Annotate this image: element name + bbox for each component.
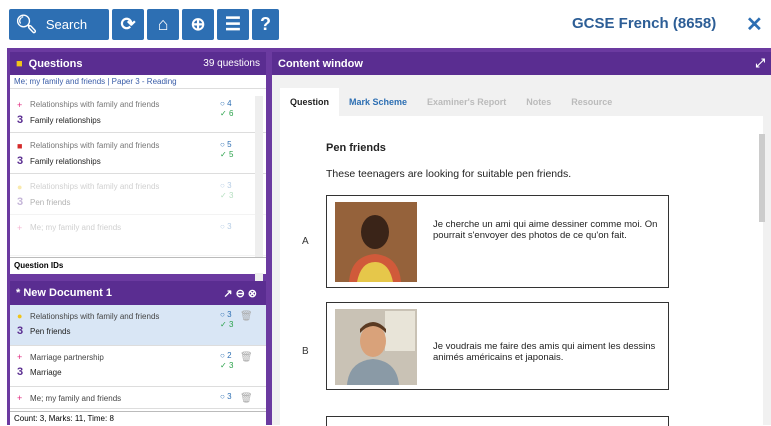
document-actions[interactable]: ↗⊖⊗ <box>223 287 260 300</box>
refresh-icon: ⟳ <box>120 14 136 34</box>
tab-question[interactable]: Question <box>280 88 340 116</box>
document-title: * New Document 1 <box>16 287 112 299</box>
entry-letter: A <box>302 236 309 247</box>
questions-header: ■ Questions 39 questions <box>10 52 266 75</box>
search-button[interactable]: 🔍︎ Search <box>9 9 109 40</box>
item-subtopic: Pen friends <box>30 327 71 336</box>
teen-photo <box>327 303 425 389</box>
item-subtopic: Pen friends <box>30 198 71 207</box>
item-status: ○ 3 <box>220 392 232 401</box>
marker-icon: + <box>17 393 23 403</box>
item-number: 3 <box>17 114 24 126</box>
questions-scrollbar[interactable] <box>255 96 263 306</box>
item-topic: Marriage partnership <box>30 353 104 362</box>
tab-notes[interactable]: Notes <box>516 88 561 116</box>
document-panel: * New Document 1 ↗⊖⊗ ● Relationships wit… <box>10 281 266 425</box>
breadcrumb: Me; my family and friends | Paper 3 - Re… <box>10 75 266 89</box>
external-link-icon[interactable]: ↗ <box>223 288 235 300</box>
minus-circle-icon[interactable]: ⊖ <box>236 288 248 300</box>
item-status: ○ 3 <box>220 222 232 231</box>
list-icon: ☰ <box>224 14 242 34</box>
content-title: Content window <box>278 57 363 70</box>
app-title: GCSE French (8658) <box>572 15 717 32</box>
list-button[interactable]: ☰ <box>217 9 249 40</box>
item-number: 3 <box>17 366 24 378</box>
item-status: ○ 3 ✓ 3 <box>220 310 234 329</box>
content-window: Content window ⤢ Question Mark Scheme Ex… <box>272 52 771 426</box>
tab-resource[interactable]: Resource <box>561 88 622 116</box>
content-header: Content window ⤢ <box>272 52 771 75</box>
item-topic: Relationships with family and friends <box>30 182 160 191</box>
list-item[interactable]: + Relationships with family and friends … <box>10 92 266 133</box>
item-subtopic: Family relationships <box>30 116 101 125</box>
list-item[interactable]: + Marriage partnership 3 Marriage ○ 2 ✓ 3… <box>10 346 266 387</box>
item-topic: Relationships with family and friends <box>30 100 160 109</box>
refresh-button[interactable]: ⟳ <box>112 9 144 40</box>
item-topic: Me; my family and friends <box>30 394 122 403</box>
top-toolbar: 🔍︎ Search ⟳ ⌂ ⊕ ☰ ? GCSE French (8658) ✕ <box>0 0 771 48</box>
search-label: Search <box>45 17 88 32</box>
expand-icon[interactable]: ⤢ <box>755 56 765 71</box>
document-summary: Count: 3, Marks: 11, Time: 8 <box>10 411 266 425</box>
close-circle-icon[interactable]: ⊗ <box>248 288 260 300</box>
question-paper: Pen friends These teenagers are looking … <box>280 116 763 426</box>
item-status: ○ 4 ✓ 6 <box>220 99 234 118</box>
list-item[interactable]: + Me; my family and friends ○ 3 <box>10 215 266 256</box>
add-button[interactable]: ⊕ <box>182 9 214 40</box>
content-tabs: Question Mark Scheme Examiner's Report N… <box>280 88 622 116</box>
item-subtopic: Marriage <box>30 368 62 377</box>
teen-photo <box>327 196 425 287</box>
marker-icon: ● <box>17 182 23 192</box>
item-topic: Relationships with family and friends <box>30 312 160 321</box>
content-scrollbar[interactable] <box>759 134 765 222</box>
trash-icon[interactable]: 🗑︎ <box>240 311 253 322</box>
home-icon: ⌂ <box>157 14 169 34</box>
item-subtopic: Family relationships <box>30 157 101 166</box>
list-item[interactable]: ● Relationships with family and friends … <box>10 174 266 215</box>
search-icon: 🔍︎ <box>15 14 38 34</box>
video-icon: ■ <box>16 57 23 70</box>
question-ids-label: Question IDs <box>10 257 266 273</box>
plus-circle-icon: ⊕ <box>190 14 206 34</box>
tab-mark-scheme[interactable]: Mark Scheme <box>339 88 417 116</box>
item-number: 3 <box>17 196 24 208</box>
questions-count: 39 questions <box>203 58 260 69</box>
tab-examiners-report[interactable]: Examiner's Report <box>417 88 516 116</box>
item-status: ○ 3 ✓ 3 <box>220 181 234 200</box>
marker-icon: + <box>17 223 23 233</box>
entry-box: Je cherche un ami qui aime dessiner comm… <box>326 195 669 288</box>
questions-list[interactable]: + Relationships with family and friends … <box>10 92 266 307</box>
entry-text: Je cherche un ami qui aime dessiner comm… <box>433 219 658 241</box>
paper-title: Pen friends <box>326 142 386 154</box>
entry-box: Je voudrais me faire des amis qui aiment… <box>326 302 669 390</box>
document-header: * New Document 1 ↗⊖⊗ <box>10 281 266 305</box>
marker-icon: ■ <box>17 141 23 151</box>
item-number: 3 <box>17 325 24 337</box>
item-status: ○ 2 ✓ 3 <box>220 351 234 370</box>
home-button[interactable]: ⌂ <box>147 9 179 40</box>
list-item[interactable]: + Me; my family and friends ○ 3 🗑︎ <box>10 387 266 409</box>
close-icon[interactable]: ✕ <box>746 12 763 37</box>
trash-icon[interactable]: 🗑︎ <box>240 352 253 363</box>
item-topic: Me; my family and friends <box>30 223 122 232</box>
marker-icon: + <box>17 352 23 362</box>
list-item[interactable]: ● Relationships with family and friends … <box>10 305 266 346</box>
paper-intro: These teenagers are looking for suitable… <box>326 168 572 180</box>
entry-text: Je voudrais me faire des amis qui aiment… <box>433 341 656 363</box>
trash-icon[interactable]: 🗑︎ <box>240 393 253 404</box>
questions-title: Questions <box>28 57 83 70</box>
item-status: ○ 5 ✓ 5 <box>220 140 234 159</box>
help-button[interactable]: ? <box>252 9 279 40</box>
list-item[interactable]: ■ Relationships with family and friends … <box>10 133 266 174</box>
questions-panel: ■ Questions 39 questions Me; my family a… <box>10 52 266 306</box>
item-topic: Relationships with family and friends <box>30 141 160 150</box>
entry-letter: B <box>302 346 309 357</box>
help-icon: ? <box>260 14 271 34</box>
marker-icon: ● <box>17 311 23 321</box>
marker-icon: + <box>17 100 23 110</box>
item-number: 3 <box>17 155 24 167</box>
